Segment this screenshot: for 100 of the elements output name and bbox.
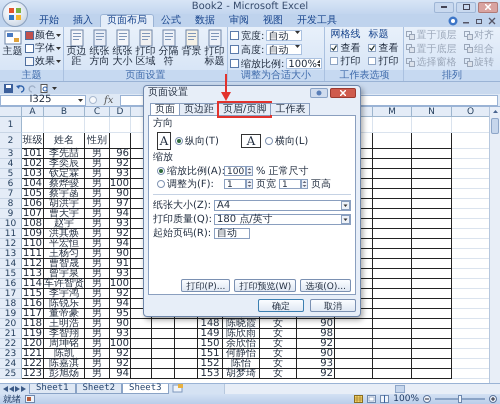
row-header[interactable]: 17 (0, 289, 22, 299)
column-header[interactable]: A (22, 107, 44, 117)
row-header[interactable]: 4 (0, 159, 22, 169)
table-cell: 男 (85, 359, 110, 369)
setting-dropdown[interactable]: A4 (214, 200, 351, 210)
sheet-tab[interactable]: Sheet1 (29, 384, 76, 394)
page-setup-button[interactable]: 页边距 (66, 29, 87, 67)
table-cell: 105 (22, 189, 44, 199)
row-header[interactable]: 19 (0, 309, 22, 319)
table-cell: 董帝豪 (44, 309, 85, 319)
row-header[interactable]: 24 (0, 359, 22, 369)
field-suffix: 页宽 (256, 178, 276, 190)
dialog-button[interactable]: 打印预览(W) (234, 279, 296, 292)
row-header[interactable]: 10 (0, 219, 22, 229)
page-setup-button[interactable]: 纸张方向 (89, 29, 110, 67)
input-field[interactable]: 自动 (214, 228, 250, 238)
scaling-radio[interactable]: 调整为(F): (157, 176, 221, 190)
table-cell: 男 (85, 239, 110, 249)
table-cell: 余欣怡 (223, 339, 260, 349)
table-cell: 男 (85, 339, 110, 349)
setting-dropdown[interactable]: 180 点/英寸 (214, 214, 351, 224)
option-checkbox[interactable]: 打印 (368, 55, 398, 67)
row-header[interactable]: 22 (0, 339, 22, 349)
ok-button[interactable]: 确定 (258, 299, 304, 312)
number-field[interactable]: 1 (224, 178, 246, 188)
table-cell: 曹智晟 (44, 259, 85, 269)
column-header[interactable]: N (412, 107, 452, 117)
cancel-button[interactable]: 取消 (310, 299, 356, 312)
dialog-tab[interactable]: 工作表 (270, 103, 310, 115)
scale-spinner[interactable]: 100% (286, 58, 322, 69)
theme-option-button[interactable]: 字体 (25, 42, 61, 54)
ribbon-tab[interactable]: 插入 (66, 14, 100, 27)
table-cell: 男 (85, 179, 110, 189)
ribbon-tab[interactable]: 公式 (154, 14, 188, 27)
ribbon-tab[interactable]: 审阅 (222, 14, 256, 27)
page-setup-button[interactable]: 打印区域 (135, 29, 156, 67)
column-header[interactable]: D (110, 107, 131, 117)
insert-function-button[interactable]: fx (100, 94, 118, 106)
dialog-tab[interactable]: 页眉/页脚 (218, 103, 272, 115)
row-header[interactable]: 12 (0, 239, 22, 249)
table-cell: 男 (85, 259, 110, 269)
ribbon-tab[interactable]: 开始 (32, 14, 66, 27)
orientation-radio[interactable]: 纵向(T) (175, 134, 219, 148)
sheet-tab[interactable]: Sheet3 (122, 384, 169, 394)
table-cell: 115 (22, 289, 44, 299)
row-header[interactable]: 18 (0, 299, 22, 309)
option-title: 网格线 (330, 29, 360, 41)
size-dropdown[interactable]: 自动 (266, 30, 302, 41)
table-cell: 陈欣雨 (223, 329, 260, 339)
row-header[interactable]: 7 (0, 189, 22, 199)
table-cell: 王杨匀 (44, 249, 85, 259)
row-header[interactable]: 11 (0, 229, 22, 239)
option-checkbox[interactable]: 打印 (330, 55, 360, 67)
row-header[interactable]: 5 (0, 169, 22, 179)
row-header[interactable]: 2 (0, 133, 22, 149)
dialog-button[interactable]: 打印(P)... (181, 279, 230, 292)
row-header[interactable]: 21 (0, 329, 22, 339)
dialog-title: 页面设置 (148, 86, 188, 100)
themes-button[interactable]: 主题 (2, 29, 23, 57)
ribbon-tab[interactable]: 数据 (188, 14, 222, 27)
column-header[interactable]: B (44, 107, 85, 117)
sheet-tab[interactable]: Sheet2 (76, 384, 122, 394)
setting-label: 纸张大小(Z): (153, 198, 211, 212)
orientation-radio[interactable]: 横向(L) (264, 134, 308, 148)
page-setup-button[interactable]: 纸张大小 (112, 29, 133, 67)
dialog-tab[interactable]: 页边距 (179, 103, 219, 115)
row-header[interactable]: 23 (0, 349, 22, 359)
column-header[interactable]: C (85, 107, 110, 117)
theme-option-button[interactable]: 效果 (25, 55, 61, 67)
theme-option-button[interactable]: 颜色 (25, 29, 61, 41)
size-dropdown[interactable]: 自动 (266, 44, 302, 55)
name-box[interactable]: I325 (0, 94, 86, 106)
row-header[interactable]: 3 (0, 149, 22, 159)
table-cell: 92 (110, 359, 131, 369)
row-header[interactable]: 8 (0, 199, 22, 209)
table-cell: 109 (22, 229, 44, 239)
row-header[interactable]: 13 (0, 249, 22, 259)
row-header[interactable]: 16 (0, 279, 22, 289)
row-header[interactable]: 1 (0, 117, 22, 133)
row-header[interactable]: 6 (0, 179, 22, 189)
number-field[interactable]: 1 (279, 178, 301, 188)
ribbon-tab[interactable]: 视图 (256, 14, 290, 27)
page-setup-button[interactable]: 分隔符 (158, 29, 179, 67)
page-setup-button[interactable]: 背景 (181, 29, 202, 57)
row-header[interactable]: 15 (0, 269, 22, 279)
page-setup-button[interactable]: 打印标题 (204, 29, 225, 67)
dialog-button[interactable]: 选项(O)... (300, 279, 351, 292)
ribbon-tab[interactable]: 页面布局 (100, 14, 154, 27)
option-checkbox[interactable]: 查看 (368, 42, 398, 54)
column-header[interactable]: M (373, 107, 412, 117)
option-checkbox[interactable]: 查看 (330, 42, 360, 54)
row-header[interactable]: 9 (0, 209, 22, 219)
row-header[interactable]: 14 (0, 259, 22, 269)
column-header[interactable]: O (452, 107, 490, 117)
ribbon-tab[interactable]: 开发工具 (290, 14, 344, 27)
row-header[interactable]: 25 (0, 369, 22, 379)
row-header[interactable]: 20 (0, 319, 22, 329)
number-field[interactable]: 100 (224, 166, 246, 176)
dialog-tab[interactable]: 页面 (150, 103, 180, 115)
table-cell: 149 (198, 329, 223, 339)
